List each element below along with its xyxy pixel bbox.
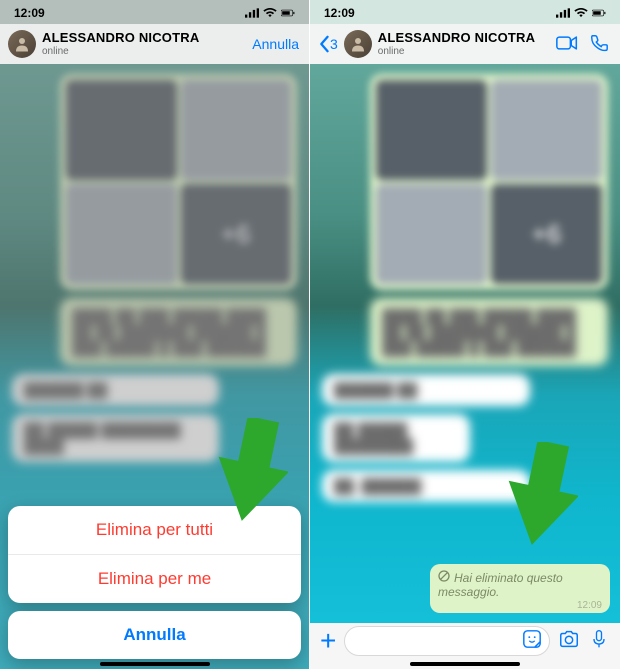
media-cell [491, 80, 602, 180]
contact-avatar[interactable] [344, 30, 372, 58]
chat-header: ALESSANDRO NICOTRA online Annulla [0, 24, 309, 64]
microphone-button[interactable] [588, 629, 610, 654]
prohibited-icon [438, 570, 450, 585]
wifi-icon [574, 8, 588, 18]
back-button[interactable]: 3 [318, 35, 338, 53]
status-bar: 12:09 [310, 0, 620, 24]
deleted-message-text: Hai eliminato questo messaggio. [438, 571, 563, 599]
battery-icon [592, 8, 606, 18]
attach-button[interactable]: + [320, 625, 336, 657]
cancel-link[interactable]: Annulla [250, 36, 301, 52]
media-cell [376, 80, 487, 180]
cellular-icon [245, 8, 259, 18]
status-time: 12:09 [14, 6, 45, 20]
contact-status: online [42, 46, 244, 57]
message-input[interactable] [344, 626, 550, 656]
contact-avatar[interactable] [8, 30, 36, 58]
home-indicator[interactable] [100, 662, 210, 666]
delete-for-me-button[interactable]: Elimina per me [8, 555, 301, 603]
cellular-icon [556, 8, 570, 18]
contact-title-block[interactable]: ALESSANDRO NICOTRA online [378, 31, 548, 56]
back-count: 3 [330, 36, 338, 52]
camera-button[interactable] [558, 629, 580, 654]
contact-name: ALESSANDRO NICOTRA [378, 31, 548, 45]
home-indicator[interactable] [410, 662, 520, 666]
wifi-icon [263, 8, 277, 18]
contact-title-block[interactable]: ALESSANDRO NICOTRA online [42, 31, 244, 56]
status-time: 12:09 [324, 6, 355, 20]
outgoing-bubble: ████ ██ ███ █████ ████ ██ ██ ███████ ███… [370, 298, 608, 366]
voice-call-button[interactable] [586, 33, 612, 56]
delete-action-sheet: Elimina per tutti Elimina per me Annulla [8, 506, 301, 659]
contact-status: online [378, 46, 548, 57]
status-bar: 12:09 [0, 0, 309, 24]
media-cell [376, 184, 487, 284]
media-grid: +6 [370, 74, 608, 290]
phone-right-deleted-state: 12:09 3 ALESSANDRO NICOTRA online [310, 0, 620, 669]
green-arrow-annotation [198, 418, 288, 528]
chat-background: +6 ████ ██ ███ █████ ████ ██ ██ ███████ … [310, 64, 620, 669]
contact-name: ALESSANDRO NICOTRA [42, 31, 244, 45]
deleted-message-bubble[interactable]: Hai eliminato questo messaggio. 12:09 [430, 564, 610, 613]
video-call-button[interactable] [554, 33, 580, 56]
status-icons [245, 8, 295, 18]
deleted-message-time: 12:09 [577, 600, 602, 611]
media-cell-more: +6 [491, 184, 602, 284]
sticker-icon[interactable] [521, 629, 543, 654]
status-icons [556, 8, 606, 18]
incoming-bubble: ██ █████ ████████ [322, 414, 470, 462]
chat-header: 3 ALESSANDRO NICOTRA online [310, 24, 620, 64]
green-arrow-annotation [488, 442, 578, 552]
phone-left-delete-dialog: 12:09 ALESSANDRO NICOTRA online Annulla … [0, 0, 310, 669]
action-sheet-cancel-button[interactable]: Annulla [8, 611, 301, 659]
battery-icon [281, 8, 295, 18]
incoming-bubble: ██████ ██ [322, 374, 530, 406]
